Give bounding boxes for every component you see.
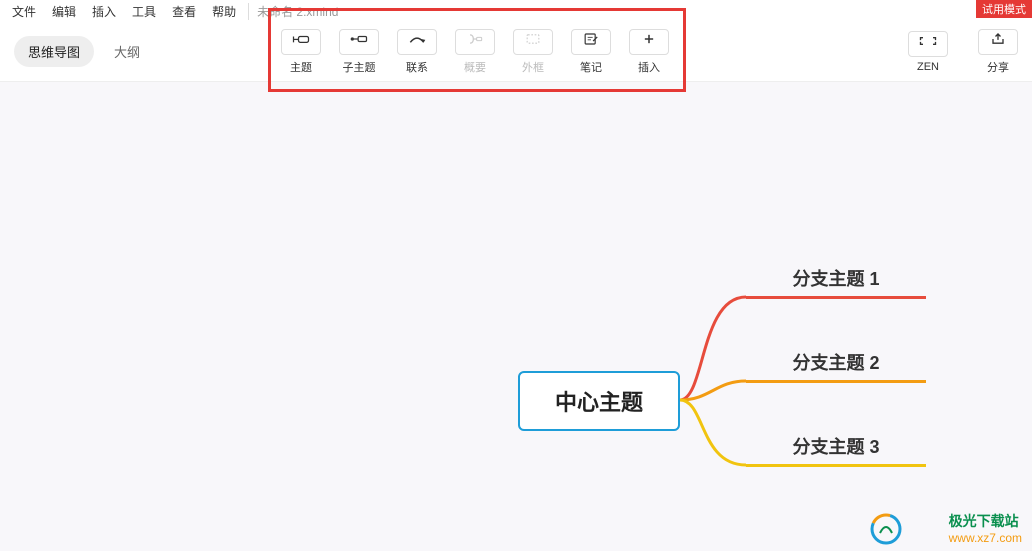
boundary-icon [523,31,543,52]
topic-icon [291,31,311,52]
boundary-label: 外框 [522,59,544,75]
tool-group: 主题 子主题 联系 概要 外框 笔记 插入 [272,22,678,81]
fullscreen-icon [918,33,938,54]
subtopic-button[interactable]: 子主题 [330,22,388,81]
right-tools: ZEN 分享 [908,22,1018,81]
summary-label: 概要 [464,59,486,75]
relationship-label: 联系 [406,59,428,75]
boundary-button: 外框 [504,22,562,81]
summary-icon [465,31,485,52]
zen-label: ZEN [917,61,939,73]
menu-file[interactable]: 文件 [4,3,44,20]
watermark-name: 极光下载站 [949,511,1022,531]
share-icon [988,31,1008,52]
watermark-url: www.xz7.com [949,531,1022,545]
menu-insert[interactable]: 插入 [84,3,124,20]
watermark-text: 极光下载站 www.xz7.com [949,511,1022,545]
insert-label: 插入 [638,59,660,75]
branch-topic-3[interactable]: 分支主题 3 [746,427,926,467]
subtopic-icon [349,31,369,52]
menu-bar: 文件 编辑 插入 工具 查看 帮助 未命名 2.xmind 试用模式 [0,0,1032,22]
notes-label: 笔记 [580,59,602,75]
menu-edit[interactable]: 编辑 [44,3,84,20]
watermark-logo-icon [870,513,902,545]
mindmap-canvas[interactable]: 中心主题 分支主题 1 分支主题 2 分支主题 3 极光下载站 www.xz7.… [0,82,1032,551]
trial-badge: 试用模式 [976,0,1032,18]
share-label: 分享 [987,59,1009,75]
relationship-icon [407,31,427,52]
topic-button[interactable]: 主题 [272,22,330,81]
view-tabs: 思维导图 大纲 [0,36,154,67]
tab-mindmap[interactable]: 思维导图 [14,36,94,67]
central-topic[interactable]: 中心主题 [518,371,680,431]
branch-topic-1[interactable]: 分支主题 1 [746,259,926,299]
branch-topic-2[interactable]: 分支主题 2 [746,343,926,383]
share-button[interactable]: 分享 [978,22,1018,81]
topic-label: 主题 [290,59,312,75]
summary-button: 概要 [446,22,504,81]
notes-icon [581,31,601,52]
menu-view[interactable]: 查看 [164,3,204,20]
connectors [0,82,1032,551]
relationship-button[interactable]: 联系 [388,22,446,81]
insert-button[interactable]: 插入 [620,22,678,81]
tab-outline[interactable]: 大纲 [100,36,154,67]
notes-button[interactable]: 笔记 [562,22,620,81]
plus-icon [639,31,659,52]
document-title: 未命名 2.xmind [248,3,338,20]
subtopic-label: 子主题 [343,59,376,75]
menu-tools[interactable]: 工具 [124,3,164,20]
toolbar: 思维导图 大纲 主题 子主题 联系 概要 外框 笔记 插入 [0,22,1032,82]
zen-button[interactable]: ZEN [908,22,948,81]
menu-help[interactable]: 帮助 [204,3,244,20]
